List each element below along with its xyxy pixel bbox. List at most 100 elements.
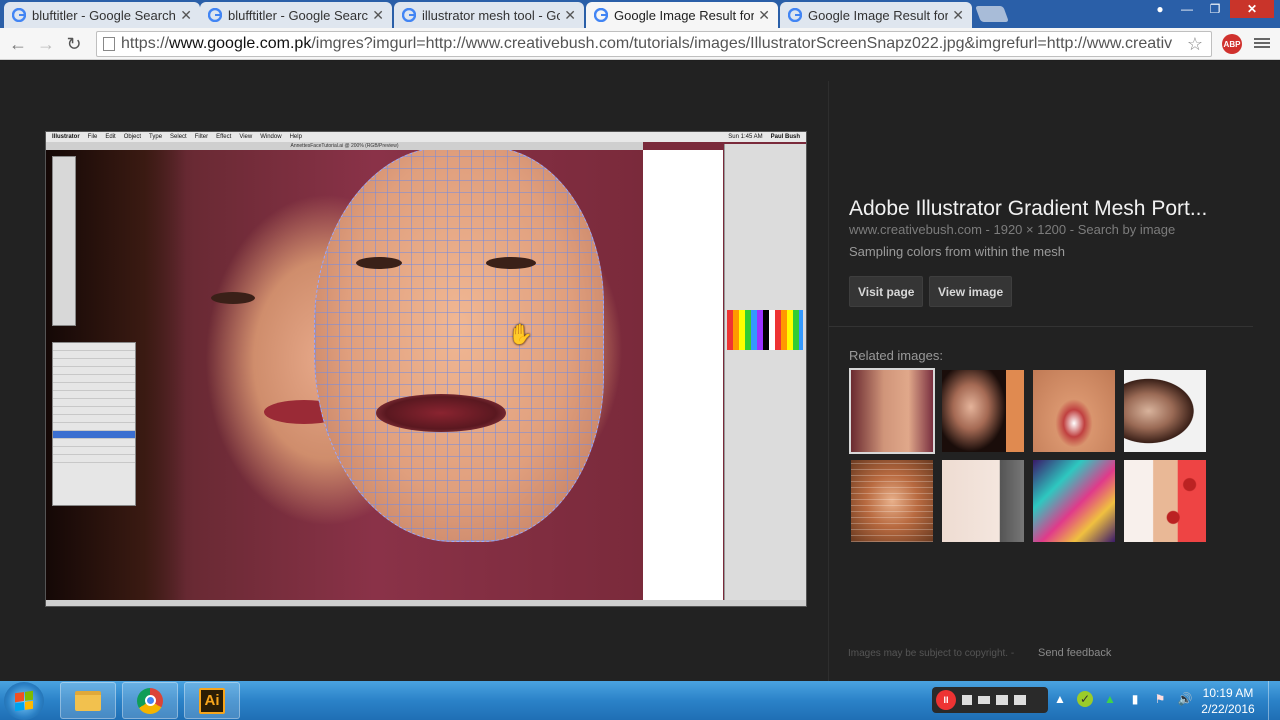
menu-effect: Effect [216, 134, 232, 140]
related-image-2[interactable] [942, 370, 1024, 452]
show-desktop-button[interactable] [1268, 681, 1280, 720]
footer-separator: - [1010, 648, 1015, 659]
google-icon [402, 8, 416, 22]
hand-cursor-icon: ✋ [508, 324, 533, 346]
related-image-1[interactable] [849, 368, 935, 454]
maximize-button[interactable]: ❐ [1202, 0, 1228, 18]
view-image-button[interactable]: View image [929, 276, 1013, 307]
google-icon [788, 8, 802, 22]
pause-icon[interactable]: II [936, 690, 956, 710]
taskbar-clock[interactable]: 10:19 AM 2/22/2016 [1196, 685, 1260, 717]
menubar-user: Paul Bush [770, 134, 800, 140]
artboard-white [643, 150, 723, 602]
tab-title: illustrator mesh tool - Goo [422, 7, 561, 23]
menu-filter: Filter [194, 134, 209, 140]
illustrator-menubar: Illustrator File Edit Object Type Select… [46, 132, 806, 142]
appearance-panels [724, 144, 806, 602]
section-divider [829, 326, 1253, 327]
windows-logo-icon [15, 690, 33, 712]
close-icon[interactable]: ✕ [758, 7, 770, 24]
new-tab-button[interactable] [975, 6, 1009, 22]
taskbar-chrome[interactable] [122, 682, 178, 719]
mesh-eye-left [356, 257, 402, 269]
nvidia-icon[interactable]: ▲ [1102, 691, 1118, 707]
illustrator-statusbar [46, 600, 806, 606]
swatches-panel [727, 310, 803, 350]
menu-select: Select [170, 134, 187, 140]
pen-icon[interactable] [996, 695, 1008, 705]
taskbar-illustrator[interactable]: Ai [184, 682, 240, 719]
clock-time: 10:19 AM [1202, 686, 1254, 700]
tab-title: Google Image Result for h [808, 7, 949, 23]
camera-icon[interactable] [978, 696, 990, 704]
panel-divider [828, 81, 829, 681]
related-image-8[interactable] [1124, 460, 1206, 542]
send-feedback-link[interactable]: Send feedback [1038, 647, 1111, 659]
related-image-7[interactable] [1033, 460, 1115, 542]
tab-title: Google Image Result for h [614, 7, 755, 23]
action-center-icon[interactable]: ⚑ [1152, 691, 1168, 707]
menu-view: View [239, 134, 253, 140]
close-icon[interactable]: ✕ [564, 7, 576, 24]
back-arrow-icon[interactable]: ← [6, 32, 30, 56]
menu-illustrator: Illustrator [52, 134, 80, 140]
close-icon[interactable]: ✕ [180, 7, 192, 24]
related-image-3[interactable] [1033, 370, 1115, 452]
menubar-clock: Sun 1:45 AM [728, 134, 763, 140]
close-window-button[interactable]: ✕ [1230, 0, 1274, 18]
tab-title: blufftitler - Google Search [228, 7, 369, 23]
start-button[interactable] [4, 682, 44, 720]
image-title[interactable]: Adobe Illustrator Gradient Mesh Port... [849, 197, 1207, 221]
folder-icon [75, 690, 101, 711]
show-hidden-icon[interactable]: ▲ [1052, 691, 1068, 707]
network-signal-icon[interactable]: ▮ [1127, 691, 1143, 707]
image-caption: Sampling colors from within the mesh [849, 244, 1066, 259]
document-title: AnnettesFaceTutorial.ai @ 200% (RGB/Prev… [46, 142, 643, 150]
taskbar-explorer[interactable] [60, 682, 116, 719]
forward-arrow-icon[interactable]: → [34, 32, 58, 56]
profile-icon[interactable]: ● [1148, 0, 1172, 18]
copyright-note: Images may be subject to copyright. - [848, 648, 1014, 659]
menu-window: Window [260, 134, 282, 140]
tab-1[interactable]: bluftitler - Google Search ✕ [4, 2, 200, 28]
related-image-6[interactable] [942, 460, 1024, 542]
related-image-5[interactable] [851, 460, 933, 542]
menu-file: File [87, 134, 98, 140]
reload-icon[interactable]: ↻ [62, 32, 86, 56]
volume-icon[interactable]: 🔊 [1177, 691, 1193, 707]
adblock-icon[interactable]: ABP [1222, 34, 1242, 54]
star-icon[interactable]: ☆ [1187, 34, 1203, 55]
gradient-mesh-face [314, 147, 604, 542]
copyright-text: Images may be subject to copyright. [848, 648, 1009, 659]
close-icon[interactable]: ✕ [372, 7, 384, 24]
minimize-button[interactable]: — [1174, 0, 1200, 18]
visit-page-button[interactable]: Visit page [849, 276, 924, 307]
related-images-label: Related images: [849, 348, 943, 363]
tab-strip: bluftitler - Google Search ✕ blufftitler… [0, 0, 1280, 28]
page-icon [103, 37, 115, 51]
illustrator-icon: Ai [199, 687, 225, 714]
norton-icon[interactable]: ✓ [1077, 691, 1093, 707]
url-prefix: https:// [121, 35, 170, 52]
menu-type: Type [149, 134, 163, 140]
tab-2[interactable]: blufftitler - Google Search ✕ [200, 2, 392, 28]
tab-5[interactable]: Google Image Result for h ✕ [780, 2, 972, 28]
menu-icon[interactable] [1254, 36, 1270, 52]
address-bar[interactable]: https://www.google.com.pk/imgres?imgurl=… [96, 31, 1212, 57]
related-image-4[interactable] [1124, 370, 1206, 452]
photo-eye [211, 292, 255, 304]
google-icon [208, 8, 222, 22]
mesh-eye-right [486, 257, 536, 269]
chrome-icon [137, 687, 163, 714]
stop-icon[interactable] [962, 695, 972, 705]
settings-icon[interactable] [1014, 695, 1026, 705]
browser-toolbar: ← → ↻ https://www.google.com.pk/imgres?i… [0, 28, 1280, 60]
image-meta[interactable]: www.creativebush.com - 1920 × 1200 - Sea… [849, 222, 1175, 237]
tab-4-active[interactable]: Google Image Result for h ✕ [586, 2, 778, 28]
preview-image[interactable]: Illustrator File Edit Object Type Select… [45, 131, 807, 607]
taskbar: Ai II ▲ ✓ ▲ ▮ ⚑ 🔊 10:19 AM 2/22/2016 [0, 681, 1280, 720]
tools-panel [52, 156, 76, 326]
close-icon[interactable]: ✕ [952, 7, 964, 24]
tab-3[interactable]: illustrator mesh tool - Goo ✕ [394, 2, 584, 28]
url-path: /imgres?imgurl=http://www.creativebush.c… [311, 35, 1173, 52]
